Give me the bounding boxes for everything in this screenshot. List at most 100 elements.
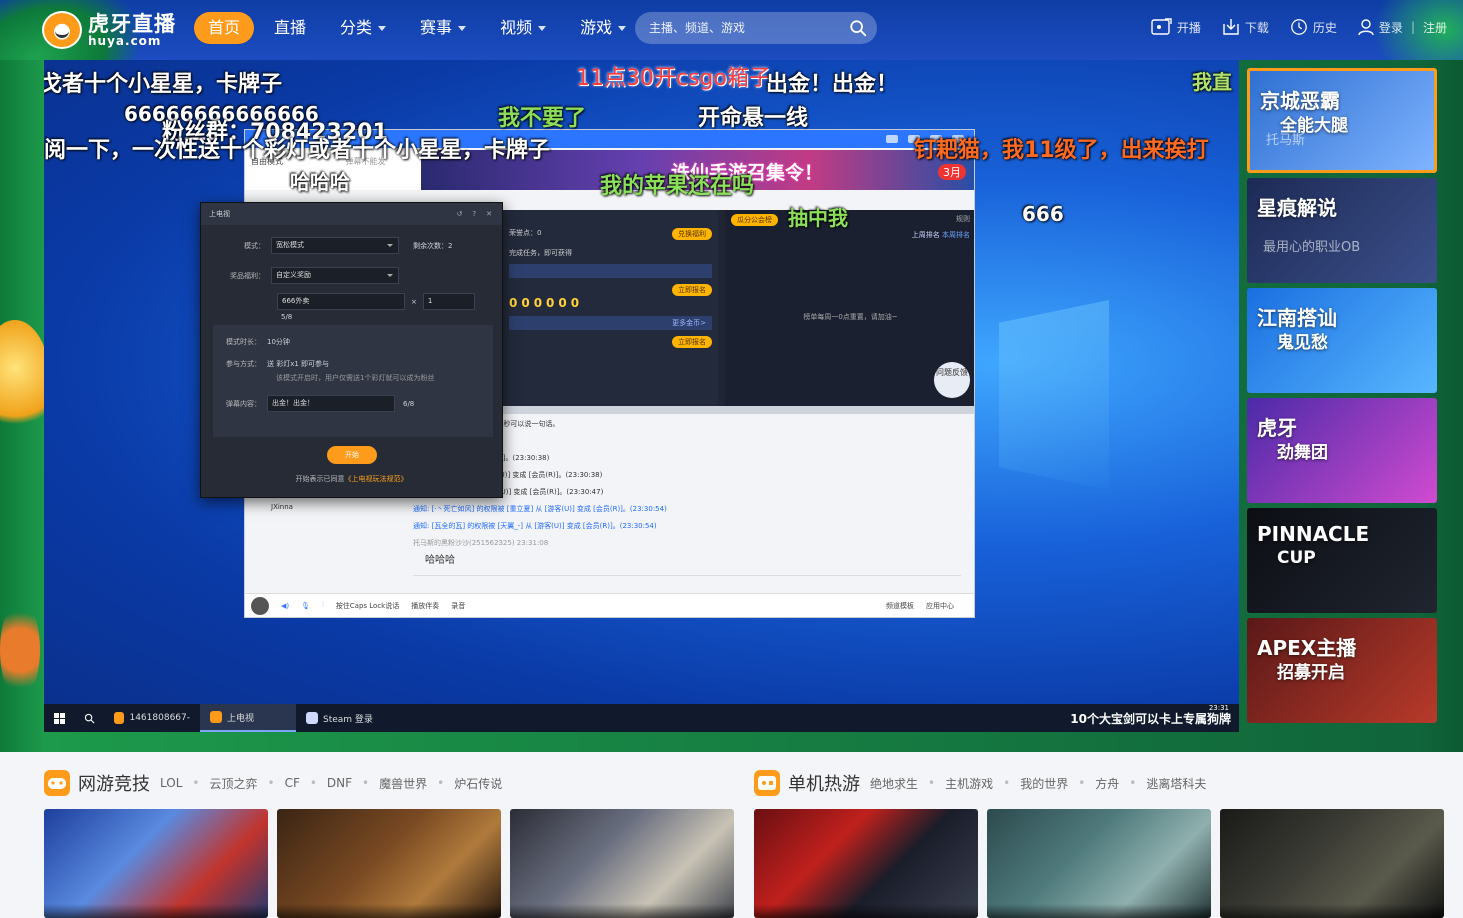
live-video-player[interactable]: 自由模式 弹幕不能发 诛仙手游召集令！ 3月 荣誉点：0 兑换福利 完成任务，即… bbox=[44, 60, 1239, 732]
start-button[interactable]: 开始 bbox=[327, 446, 377, 464]
signup-button[interactable]: 立即报名 bbox=[672, 284, 712, 296]
category-link[interactable]: 魔兽世界 bbox=[379, 775, 427, 792]
history-link[interactable]: 历史 bbox=[1289, 18, 1337, 36]
caps-lock-talk[interactable]: 按住Caps Lock说话 bbox=[336, 601, 399, 611]
broadcast-link[interactable]: 开播 bbox=[1151, 18, 1201, 36]
stream-thumbnail[interactable] bbox=[1220, 809, 1444, 918]
history-icon[interactable]: ↺ bbox=[457, 203, 463, 225]
stream-thumbnail[interactable] bbox=[987, 809, 1211, 918]
play-accompaniment[interactable]: 播放伴奏 bbox=[411, 601, 439, 611]
chat-message: 托马斯的黑粉沙沙(251562325) 23:31:08 bbox=[413, 539, 549, 547]
section-title-online[interactable]: 网游竞技 bbox=[78, 770, 150, 796]
danmaku-input[interactable]: 出金！出金！ bbox=[267, 395, 395, 412]
speaker-icon[interactable]: ◀) bbox=[281, 602, 289, 610]
category-link[interactable]: 我的世界 bbox=[1020, 775, 1068, 792]
decorative-mushroom-left bbox=[0, 600, 40, 700]
category-link[interactable]: 云顶之弈 bbox=[209, 775, 257, 792]
mode-select[interactable]: 宽松模式 bbox=[271, 237, 399, 254]
nav-item-0[interactable]: 首页 bbox=[194, 12, 255, 44]
close-icon[interactable]: ✕ bbox=[486, 203, 492, 225]
nav-item-3[interactable]: 赛事 bbox=[406, 12, 480, 44]
prize-select[interactable]: 自定义奖励 bbox=[271, 267, 399, 284]
more-gold-link[interactable]: 更多金币> bbox=[509, 316, 712, 330]
stream-thumbnail[interactable] bbox=[277, 809, 501, 918]
card-text-line3: 最用心的职业OB bbox=[1263, 240, 1361, 255]
decorative-character-left bbox=[0, 320, 50, 440]
record-button[interactable]: 录音 bbox=[451, 601, 465, 611]
stream-thumbnail[interactable] bbox=[754, 809, 978, 918]
fan-list-item[interactable]: JXinna bbox=[257, 500, 407, 514]
recommended-stream-card[interactable]: APEX主播 招募开启 bbox=[1247, 618, 1437, 723]
search-icon[interactable] bbox=[849, 19, 867, 37]
app-center[interactable]: 应用中心 bbox=[926, 601, 954, 611]
recommended-stream-card[interactable]: PINNACLE CUP bbox=[1247, 508, 1437, 613]
mixer-icon[interactable]: ⫶ bbox=[322, 601, 324, 610]
danmaku-comment: 抽中我 bbox=[788, 206, 848, 230]
link-separator-dot: • bbox=[1129, 776, 1137, 790]
category-link[interactable]: CF bbox=[285, 776, 300, 790]
search-input[interactable] bbox=[635, 21, 835, 35]
benefit-button[interactable]: 兑换福利 bbox=[672, 228, 712, 240]
rules-link[interactable]: 规则 bbox=[956, 214, 970, 226]
huya-logo[interactable]: 虎牙直播 huya.com bbox=[42, 10, 176, 50]
rules-agreement-link[interactable]: 《上电视玩法规范》 bbox=[345, 475, 408, 483]
feedback-button[interactable]: 问题反馈 bbox=[934, 362, 970, 398]
help-icon[interactable]: ? bbox=[472, 203, 476, 225]
char-count: 5/8 bbox=[281, 313, 293, 321]
history-label: 历史 bbox=[1312, 20, 1337, 35]
download-link[interactable]: 下载 bbox=[1221, 18, 1269, 36]
category-link[interactable]: 主机游戏 bbox=[945, 775, 993, 792]
score-label: 荣誉点：0 bbox=[509, 229, 542, 237]
nav-item-2[interactable]: 分类 bbox=[326, 12, 400, 44]
recommended-stream-card[interactable]: 虎牙 劲舞团 bbox=[1247, 398, 1437, 503]
taskbar-clock: 23:31 bbox=[1208, 704, 1229, 712]
rank-prev-tab[interactable]: 上周排名 bbox=[912, 231, 940, 239]
hero-area: 自由模式 弹幕不能发 诛仙手游召集令！ 3月 荣誉点：0 兑换福利 完成任务，即… bbox=[0, 60, 1463, 752]
user-icon bbox=[1358, 19, 1374, 36]
prize-name-row: 666外卖 × 1 bbox=[277, 293, 475, 310]
mic-icon[interactable]: 🎙 bbox=[301, 602, 310, 610]
taskbar-search-icon bbox=[74, 704, 104, 732]
avatar[interactable] bbox=[251, 596, 269, 615]
guild-rank-tab[interactable]: 瓜分公会榜 bbox=[731, 214, 778, 226]
rank-curr-tab[interactable]: 本周排名 bbox=[942, 231, 970, 239]
nav-item-5[interactable]: 游戏 bbox=[566, 12, 640, 44]
mode-label: 模式： bbox=[244, 241, 265, 250]
login-link[interactable]: 登录 bbox=[1357, 18, 1403, 36]
category-link[interactable]: 绝地求生 bbox=[870, 775, 918, 792]
nav-item-1[interactable]: 直播 bbox=[260, 12, 320, 44]
recommended-stream-card[interactable]: 京城恶霸 全能大腿 托马斯 bbox=[1247, 68, 1437, 173]
download-label: 下载 bbox=[1244, 20, 1269, 35]
section-title-single[interactable]: 单机热游 bbox=[788, 770, 860, 796]
task-note: 完成任务，即可获得 bbox=[509, 249, 572, 257]
category-link[interactable]: 方舟 bbox=[1095, 775, 1119, 792]
nav-item-label: 游戏 bbox=[580, 18, 613, 37]
logo-en-text: huya.com bbox=[88, 33, 162, 48]
prize-count-input[interactable]: 1 bbox=[422, 293, 475, 310]
online-category-links: LOL • 云顶之弈 • CF • DNF • 魔兽世界 • 炉石传说 bbox=[160, 775, 502, 792]
card-text-line2: 鬼见愁 bbox=[1277, 333, 1328, 353]
prize-row: 奖品福利： 自定义奖励 bbox=[201, 267, 399, 284]
participate-label: 参与方式： bbox=[226, 360, 261, 368]
category-link[interactable]: 炉石传说 bbox=[454, 775, 502, 792]
horizontal-scrollbar[interactable] bbox=[503, 406, 974, 414]
stream-thumbnail[interactable] bbox=[510, 809, 734, 918]
danmaku-comment: 666 bbox=[1022, 202, 1064, 226]
taskbar-promo-text: 10个大宝剑可以卡上专属狗牌 bbox=[1070, 712, 1231, 726]
prize-name-input[interactable]: 666外卖 bbox=[277, 293, 405, 310]
category-link[interactable]: DNF bbox=[327, 776, 352, 790]
nav-item-4[interactable]: 视频 bbox=[486, 12, 560, 44]
recommended-stream-card[interactable]: 星痕解说 最用心的职业OB bbox=[1247, 178, 1437, 283]
channel-template[interactable]: 频道模板 bbox=[886, 601, 914, 611]
recommended-stream-card[interactable]: 江南搭讪 鬼见愁 bbox=[1247, 288, 1437, 393]
taskbar-app: 上电视 bbox=[200, 704, 296, 732]
signup-button-2[interactable]: 立即报名 bbox=[672, 336, 712, 348]
stream-thumbnail[interactable] bbox=[44, 809, 268, 918]
chat-input-area[interactable] bbox=[413, 575, 961, 595]
register-link[interactable]: 注册 bbox=[1423, 19, 1447, 36]
chat-message: 通知: [·丶死亡如风] 的权限被 [重立夏] 从 [游客(U)] 变成 [会员… bbox=[413, 505, 667, 513]
category-link[interactable]: 逃离塔科夫 bbox=[1146, 775, 1206, 792]
link-separator-dot: • bbox=[1003, 776, 1011, 790]
taskbar-app-icon bbox=[306, 712, 318, 724]
category-link[interactable]: LOL bbox=[160, 776, 182, 790]
